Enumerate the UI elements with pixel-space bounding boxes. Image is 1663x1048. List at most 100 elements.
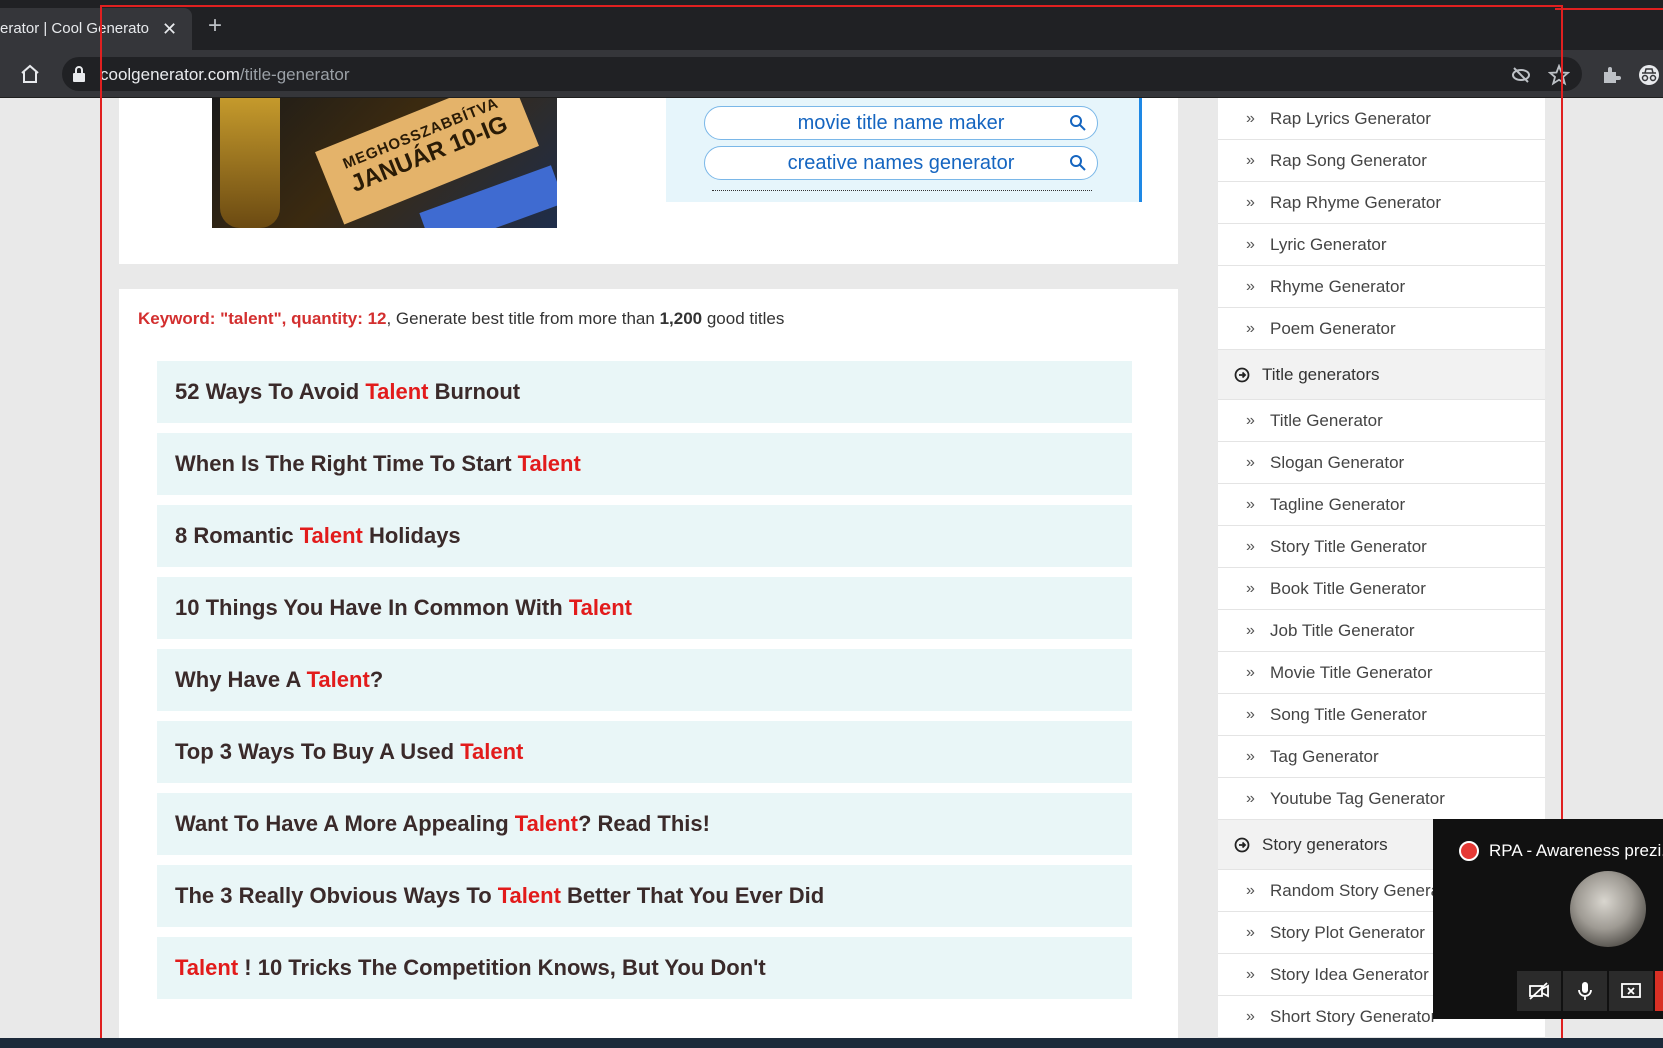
title-keyword: Talent — [306, 667, 370, 692]
double-chevron-icon: » — [1246, 194, 1255, 211]
sidebar-item[interactable]: » Song Title Generator — [1218, 694, 1545, 736]
browser-tab[interactable]: erator | Cool Generator ✕ — [0, 8, 192, 50]
double-chevron-icon: » — [1246, 538, 1255, 555]
double-chevron-icon: » — [1246, 882, 1255, 899]
url-text[interactable]: coolgenerator.com/title-generator — [100, 66, 350, 84]
new-tab-button[interactable]: + — [208, 14, 222, 38]
sidebar-item-label: Story Idea Generator — [1270, 965, 1429, 984]
sidebar-item[interactable]: » Tagline Generator — [1218, 484, 1545, 526]
sidebar-item-label: Job Title Generator — [1270, 621, 1415, 640]
title-keyword: Talent — [497, 883, 561, 908]
sidebar-item[interactable]: » Story Title Generator — [1218, 526, 1545, 568]
title-result[interactable]: The 3 Really Obvious Ways To Talent Bett… — [157, 865, 1132, 927]
double-chevron-icon: » — [1246, 748, 1255, 765]
title-text: 52 Ways To Avoid — [175, 379, 366, 404]
sidebar-item-label: Book Title Generator — [1270, 579, 1426, 598]
sidebar-item[interactable]: » Book Title Generator — [1218, 568, 1545, 610]
title-text: Burnout — [428, 379, 521, 404]
double-chevron-icon: » — [1246, 790, 1255, 807]
sidebar-item-label: Rap Rhyme Generator — [1270, 193, 1442, 212]
search-icon — [1070, 155, 1086, 171]
title-keyword: Talent — [568, 595, 632, 620]
double-chevron-icon: » — [1246, 580, 1255, 597]
sidebar-item[interactable]: » Title Generator — [1218, 400, 1545, 442]
sidebar-item-label: Rap Lyrics Generator — [1270, 109, 1431, 128]
sidebar-section-label: Title generators — [1262, 365, 1380, 384]
sidebar-section-label: Story generators — [1262, 835, 1388, 854]
title-result[interactable]: Talent ! 10 Tricks The Competition Knows… — [157, 937, 1132, 999]
sidebar-item-label: Tag Generator — [1270, 747, 1379, 766]
sidebar-item[interactable]: » Movie Title Generator — [1218, 652, 1545, 694]
microphone-button[interactable] — [1563, 971, 1607, 1011]
meeting-overlay[interactable]: RPA - Awareness prezi... — [1433, 819, 1663, 1019]
title-result[interactable]: Want To Have A More Appealing Talent? Re… — [157, 793, 1132, 855]
sidebar-item-label: Story Plot Generator — [1270, 923, 1425, 942]
sidebar-item[interactable]: » Lyric Generator — [1218, 224, 1545, 266]
extensions-icon[interactable] — [1600, 64, 1622, 86]
sidebar-section-title-generators[interactable]: Title generators — [1218, 350, 1545, 400]
double-chevron-icon: » — [1246, 966, 1255, 983]
title-result[interactable]: When Is The Right Time To Start Talent — [157, 433, 1132, 495]
search-suggestion[interactable]: movie title name maker — [704, 106, 1098, 140]
eye-off-icon[interactable] — [1510, 64, 1532, 86]
sidebar-item-label: Title Generator — [1270, 411, 1383, 430]
home-icon[interactable] — [18, 62, 42, 86]
keyword-summary: Keyword: "talent", quantity: 12, Generat… — [138, 309, 784, 329]
search-suggestion[interactable]: creative names generator — [704, 146, 1098, 180]
keyword-mid: , Generate best title from more than — [386, 309, 660, 328]
double-chevron-icon: » — [1246, 454, 1255, 471]
title-text: ! 10 Tricks The Competition Knows, But Y… — [238, 955, 766, 980]
sidebar-item[interactable]: » Rhyme Generator — [1218, 266, 1545, 308]
double-chevron-icon: » — [1246, 152, 1255, 169]
sidebar-item[interactable]: » Youtube Tag Generator — [1218, 778, 1545, 820]
sidebar-item-label: Song Title Generator — [1270, 705, 1427, 724]
sidebar-item[interactable]: » Rap Song Generator — [1218, 140, 1545, 182]
sidebar-item-label: Lyric Generator — [1270, 235, 1387, 254]
title-result[interactable]: 8 Romantic Talent Holidays — [157, 505, 1132, 567]
keyword-label: Keyword: "talent", quantity: 12 — [138, 309, 387, 328]
sidebar-item-label: Tagline Generator — [1270, 495, 1406, 514]
present-button[interactable] — [1609, 971, 1653, 1011]
search-suggestion-label: creative names generator — [787, 152, 1015, 174]
title-text: 8 Romantic — [175, 523, 300, 548]
title-keyword: Talent — [175, 955, 239, 980]
title-keyword: Talent — [299, 523, 363, 548]
sidebar-item-label: Rhyme Generator — [1270, 277, 1406, 296]
screen-share-icon — [1621, 983, 1641, 998]
title-result[interactable]: 10 Things You Have In Common With Talent — [157, 577, 1132, 639]
sidebar-item[interactable]: » Job Title Generator — [1218, 610, 1545, 652]
title-text: Better That You Ever Did — [560, 883, 825, 908]
incognito-icon[interactable] — [1638, 64, 1660, 86]
sidebar-item[interactable]: » Slogan Generator — [1218, 442, 1545, 484]
leave-call-button[interactable] — [1655, 971, 1663, 1011]
divider — [712, 190, 1092, 191]
title-keyword: Talent — [514, 811, 578, 836]
title-text: Holidays — [362, 523, 461, 548]
double-chevron-icon: » — [1246, 110, 1255, 127]
sidebar-item[interactable]: » Poem Generator — [1218, 308, 1545, 350]
tab-close-icon[interactable]: ✕ — [162, 8, 177, 50]
sidebar-item-label: Random Story Generator — [1270, 881, 1460, 900]
sidebar-item[interactable]: » Rap Rhyme Generator — [1218, 182, 1545, 224]
sidebar-item[interactable]: » Tag Generator — [1218, 736, 1545, 778]
avatar — [1570, 871, 1646, 947]
microphone-icon — [1578, 982, 1592, 1000]
ad-banner[interactable]: MEGHOSSZABBÍTVA JANUÁR 10-IG — [212, 98, 557, 228]
title-result[interactable]: Top 3 Ways To Buy A Used Talent — [157, 721, 1132, 783]
camera-off-button[interactable] — [1517, 971, 1561, 1011]
title-keyword: Talent — [460, 739, 524, 764]
sidebar-item-label: Youtube Tag Generator — [1270, 789, 1445, 808]
recording-icon — [1459, 841, 1479, 861]
sidebar-item-label: Slogan Generator — [1270, 453, 1405, 472]
title-result[interactable]: Why Have A Talent? — [157, 649, 1132, 711]
title-text: Why Have A — [175, 667, 307, 692]
star-icon[interactable] — [1548, 64, 1570, 86]
title-result[interactable]: 52 Ways To Avoid Talent Burnout — [157, 361, 1132, 423]
sidebar-item-label: Movie Title Generator — [1270, 663, 1433, 682]
double-chevron-icon: » — [1246, 622, 1255, 639]
search-icon — [1070, 115, 1086, 131]
camera-off-icon — [1529, 982, 1549, 1000]
browser-toolbar: coolgenerator.com/title-generator — [0, 50, 1663, 98]
page-content: MEGHOSSZABBÍTVA JANUÁR 10-IG movie title… — [0, 98, 1663, 1038]
sidebar-item[interactable]: » Rap Lyrics Generator — [1218, 98, 1545, 140]
